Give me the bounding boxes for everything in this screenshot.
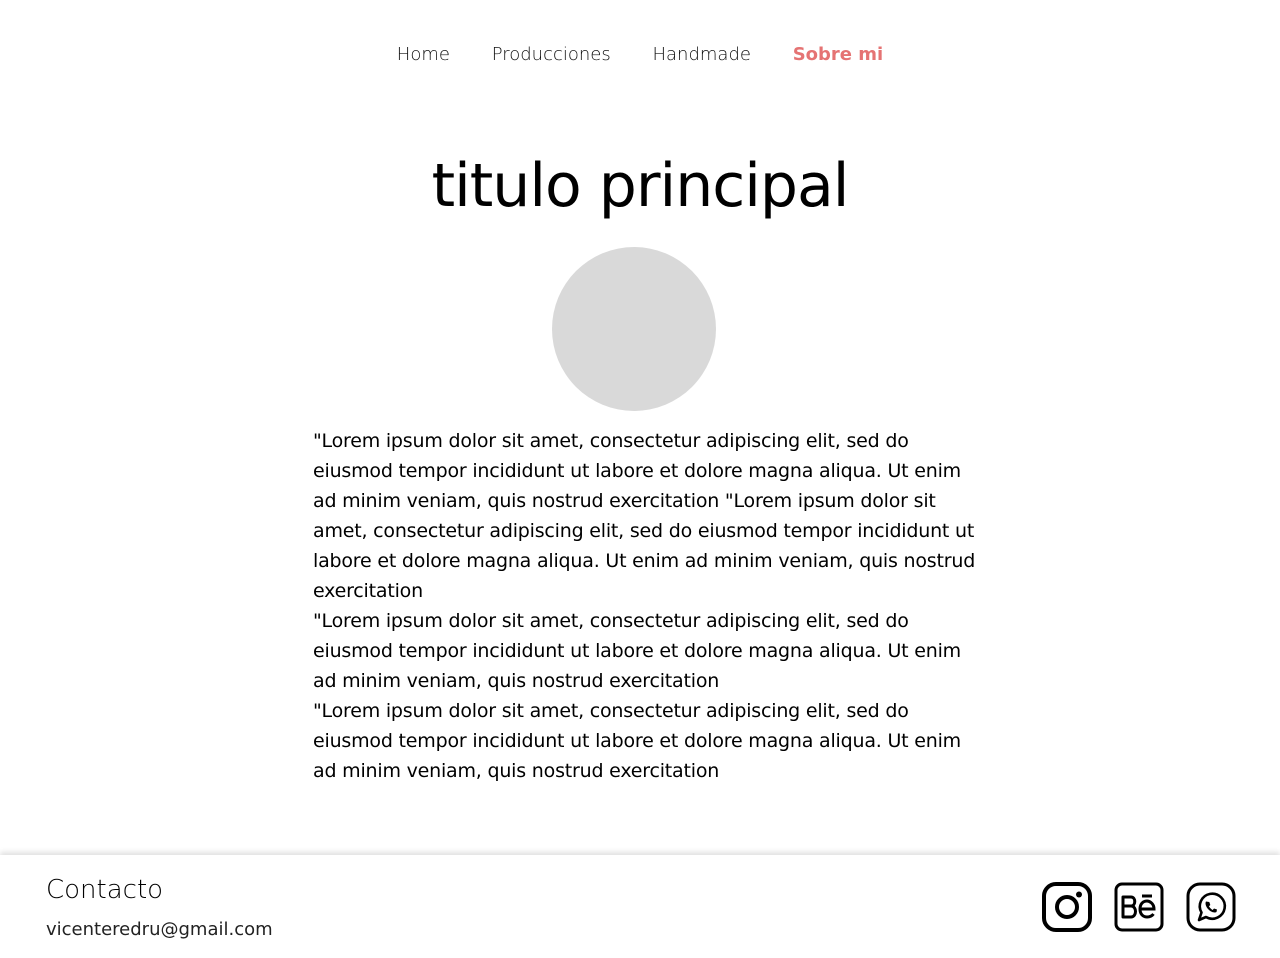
footer: Contacto vicenteredru@gmail.com (0, 855, 1280, 958)
paragraph-1: "Lorem ipsum dolor sit amet, consectetur… (313, 430, 976, 602)
paragraph-3: "Lorem ipsum dolor sit amet, consectetur… (313, 700, 961, 782)
nav-handmade-link[interactable]: Handmade (652, 42, 750, 68)
contact-email[interactable]: vicenteredru@gmail.com (46, 917, 273, 943)
instagram-icon[interactable] (1042, 882, 1092, 932)
footer-title: Contacto (46, 875, 164, 905)
paragraph-2: "Lorem ipsum dolor sit amet, consectetur… (313, 610, 961, 692)
about-text: "Lorem ipsum dolor sit amet, consectetur… (313, 426, 985, 786)
behance-icon[interactable] (1114, 882, 1164, 932)
nav-producciones-link[interactable]: Producciones (492, 42, 611, 68)
profile-photo-placeholder (552, 247, 716, 411)
nav-sobre-mi-link[interactable]: Sobre mi (793, 42, 884, 68)
nav-home-link[interactable]: Home (397, 42, 450, 68)
whatsapp-icon[interactable] (1186, 882, 1236, 932)
main-nav: Home Producciones Handmade Sobre mi (0, 42, 1280, 68)
social-links (1042, 882, 1236, 932)
page-title: titulo principal (431, 151, 850, 221)
